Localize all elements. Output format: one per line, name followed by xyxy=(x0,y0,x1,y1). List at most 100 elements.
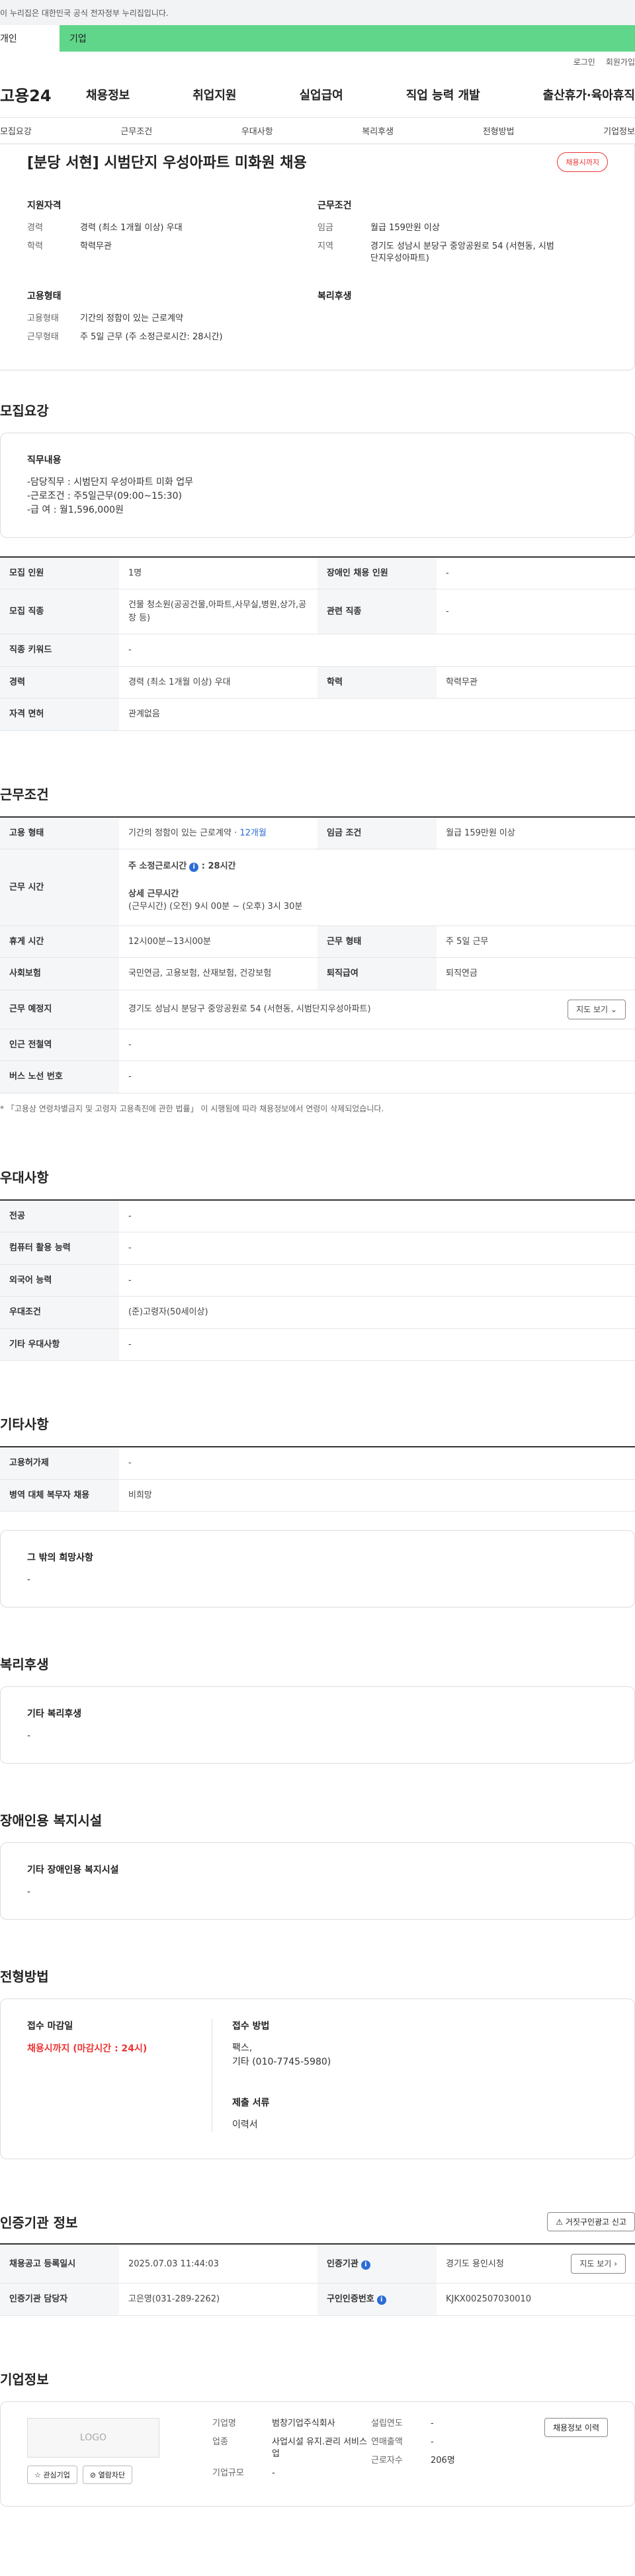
selection-section-title: 전형방법 xyxy=(0,1969,49,1985)
gnb-item-parental-leave[interactable]: 출산휴가·육아휴직 xyxy=(543,86,635,103)
cert-org-label: 인증기관 xyxy=(327,2258,359,2269)
label: 버스 노선 번호 xyxy=(0,1060,119,1094)
anchor-recruit[interactable]: 모집요강 xyxy=(0,124,32,137)
anchor-welfare[interactable]: 복리후생 xyxy=(362,124,394,137)
other-wish-heading: 그 밖의 희망사항 xyxy=(27,1553,93,1564)
signup-link[interactable]: 회원가입 xyxy=(606,56,635,67)
label: 모집 직종 xyxy=(0,589,119,635)
anchor-pref[interactable]: 우대사항 xyxy=(241,124,273,137)
section-anchor-nav: 모집요강 근무조건 우대사항 복리후생 전형방법 기업정보 xyxy=(0,118,635,144)
value: 주 5일 근무 (주 소정근로시간: 28시간) xyxy=(80,331,223,342)
label: 근무형태 xyxy=(27,331,59,342)
label: 장애인 채용 인원 xyxy=(318,556,437,590)
label: 고용형태 xyxy=(27,313,59,323)
anchor-selection[interactable]: 전형방법 xyxy=(483,124,515,137)
other-wish-box: 그 밖의 희망사항 - xyxy=(0,1530,635,1608)
label: 기타 우대사항 xyxy=(0,1328,119,1361)
label: 인증기관 담당자 xyxy=(0,2283,119,2316)
map-button[interactable]: 지도 보기 ⌄ xyxy=(568,999,626,1019)
work-section-title: 근무조건 xyxy=(0,786,49,802)
tab-company[interactable]: 기업 xyxy=(60,25,139,52)
disability-section-title: 장애인용 복지시설 xyxy=(0,1813,103,1829)
apply-qualification-heading: 지원자격 xyxy=(27,200,62,211)
info-icon[interactable]: i xyxy=(360,2260,370,2270)
table-row: 모집 직종 건물 청소원(공공건물,아파트,사무실,병원,상가,공장 등) 관련… xyxy=(0,589,635,635)
star-icon: ☆ xyxy=(34,2470,41,2479)
cert-map-button[interactable]: 지도 보기 › xyxy=(571,2254,626,2274)
value: 국민연금, 고용보험, 산재보험, 건강보험 xyxy=(119,957,318,990)
table-row: 외국어 능력 - xyxy=(0,1264,635,1297)
label: 근무 예정지 xyxy=(0,990,119,1029)
job-title: [분당 서현] 시범단지 우성아파트 미화원 채용 xyxy=(27,155,307,171)
selection-box: 접수 마감일 채용시까지 (마감시간 : 24시) 접수 방법 팩스, 기타 (… xyxy=(0,1998,635,2160)
label: 학력 xyxy=(27,241,43,252)
contract-period: 12개월 xyxy=(239,828,267,838)
info-icon[interactable]: i xyxy=(189,863,199,873)
gnb-item-training[interactable]: 직업 능력 개발 xyxy=(406,86,480,103)
deadline-col: 접수 마감일 채용시까지 (마감시간 : 24시) xyxy=(27,2019,212,2133)
gnb-item-jobs[interactable]: 채용정보 xyxy=(86,86,130,103)
table-row: 기타 우대사항 - xyxy=(0,1328,635,1361)
info-icon[interactable]: i xyxy=(376,2296,386,2305)
value: - xyxy=(437,556,635,590)
label: 업종 xyxy=(212,2437,228,2448)
method-col: 접수 방법 팩스, 기타 (010-7745-5980) 제출 서류 이력서 xyxy=(212,2019,331,2132)
label: 병역 대체 복무자 채용 xyxy=(0,1479,119,1512)
company-info-col-1: 기업명 범창기업주식회사 업종 사업시설 유지.관리 서비스업 기업규모 - xyxy=(212,2418,371,2486)
chevron-right-icon: › xyxy=(614,2259,617,2269)
recruit-table: 모집 인원 1명 장애인 채용 인원 - 모집 직종 건물 청소원(공공건물,아… xyxy=(0,556,635,731)
recruit-history-button[interactable]: 채용정보 이력 xyxy=(544,2417,608,2437)
company-logo: LOGO xyxy=(27,2417,159,2458)
user-type-tabs: 개인 기업 xyxy=(0,25,635,52)
table-row: 모집 인원 1명 장애인 채용 인원 - xyxy=(0,556,635,590)
company-section-title: 기업정보 xyxy=(0,2371,49,2387)
value: 경기도 성남시 분당구 중앙공원로 54 (서현동, 시범단지우성아파트) 지도… xyxy=(119,990,635,1029)
tab-personal[interactable]: 개인 xyxy=(0,25,60,52)
deadline-value: 채용시까지 (마감시간 : 24시) xyxy=(27,2043,148,2055)
disability-box: 기타 장애인용 복지시설 - xyxy=(0,1842,635,1920)
label: 고용허가제 xyxy=(0,1447,119,1480)
value: 주 5일 근무 xyxy=(437,925,635,959)
value: - xyxy=(431,2418,434,2428)
value: 고은영(031-289-2262) xyxy=(119,2283,318,2316)
block-view-button[interactable]: ⊘ 열람차단 xyxy=(82,2465,133,2484)
deadline-badge: 채용시까지 xyxy=(557,152,608,172)
value: 기간의 정함이 있는 근로계약 · 12개월 xyxy=(119,816,318,850)
value: 주 소정근로시간 i : 28시간 상세 근무시간 (근무시간) (오전) 9시 … xyxy=(119,849,635,926)
login-link[interactable]: 로그인 xyxy=(573,56,595,67)
docs-heading: 제출 서류 xyxy=(232,2098,270,2109)
gnb-item-employment-support[interactable]: 취업지원 xyxy=(192,86,236,103)
value: 범창기업주식회사 xyxy=(272,2418,335,2428)
block-icon: ⊘ xyxy=(89,2470,97,2479)
disability-box-text: - xyxy=(27,1887,31,1898)
deadline-heading: 접수 마감일 xyxy=(27,2021,73,2032)
report-button[interactable]: ⚠ 거짓구인광고 신고 xyxy=(547,2212,635,2232)
anchor-company[interactable]: 기업정보 xyxy=(603,124,635,137)
anchor-work[interactable]: 근무조건 xyxy=(120,124,152,137)
value: 경기도 용인시청 지도 보기 › xyxy=(437,2244,635,2284)
method-heading: 접수 방법 xyxy=(232,2021,270,2032)
company-logo-col: LOGO ☆ 관심기업 ⊘ 열람차단 xyxy=(27,2417,212,2486)
site-logo[interactable]: 고용24 xyxy=(0,83,86,106)
label: 인증기관 i xyxy=(318,2244,437,2284)
docs-value: 이력서 xyxy=(232,2120,258,2131)
cert-section-title: 인증기관 정보 xyxy=(0,2215,78,2231)
value: - xyxy=(119,1199,635,1233)
method-value: 팩스, 기타 (010-7745-5980) xyxy=(232,2043,331,2068)
value: 학력무관 xyxy=(437,666,635,699)
value: 학력무관 xyxy=(80,241,112,252)
value: 기간의 정함이 있는 근로계약 xyxy=(80,313,183,323)
gov-notice-bar: 이 누리집은 대한민국 공식 전자정부 누리집입니다. xyxy=(0,0,635,25)
label: 채용공고 등록일시 xyxy=(0,2244,119,2284)
value: 12시00분~13시00분 xyxy=(119,925,318,959)
table-row: 인근 전철역 - xyxy=(0,1029,635,1062)
company-info-col-2: 설립연도 - 연매출액 - 근로자수 206명 xyxy=(371,2418,490,2486)
etc-section-title: 기타사항 xyxy=(0,1416,49,1433)
label: 경력 xyxy=(27,223,43,233)
interest-company-button[interactable]: ☆ 관심기업 xyxy=(27,2465,77,2484)
detail-hours-heading: 상세 근무시간 xyxy=(128,888,179,899)
value: 206명 xyxy=(431,2456,455,2466)
value: - xyxy=(119,1232,635,1265)
gnb-item-unemployment-benefit[interactable]: 실업급여 xyxy=(300,86,343,103)
table-row: 컴퓨터 활용 능력 - xyxy=(0,1232,635,1265)
